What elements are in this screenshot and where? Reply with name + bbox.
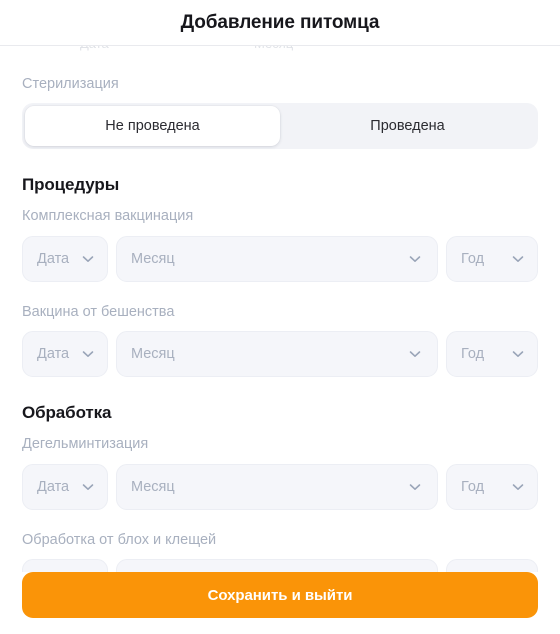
- chevron-down-icon: [407, 346, 423, 362]
- deworming-day-select[interactable]: Дата: [22, 463, 108, 510]
- select-value: Дата: [37, 478, 70, 495]
- chevron-down-icon: [80, 346, 96, 362]
- sterilization-segmented-control[interactable]: Не проведена Проведена: [22, 103, 538, 150]
- clipped-day-text: Дата: [80, 46, 109, 51]
- chevron-down-icon: [80, 251, 96, 267]
- chevron-down-icon: [510, 251, 526, 267]
- deworming-date-row: Дата Месяц Год: [22, 463, 538, 510]
- form-scroll-area[interactable]: Дата Месяц Стерилизация Не проведена Про…: [0, 46, 560, 572]
- flea-tick-treatment-label: Обработка от блох и клещей: [22, 531, 217, 548]
- chevron-down-icon: [510, 479, 526, 495]
- select-value: Месяц: [131, 346, 175, 363]
- add-pet-screen: Добавление питомца Дата Месяц Стерилизац…: [0, 0, 560, 634]
- rabies-vaccine-date-row: Дата Месяц Год: [22, 331, 538, 378]
- procedures-section-title: Процедуры: [22, 175, 120, 195]
- select-value: Год: [461, 346, 485, 363]
- select-value: Месяц: [131, 478, 175, 495]
- select-value: Год: [461, 250, 485, 267]
- treatment-section-title: Обработка: [22, 403, 112, 423]
- screen-header: Добавление питомца: [0, 0, 560, 46]
- screen-footer: Сохранить и выйти: [0, 572, 560, 634]
- deworming-month-select[interactable]: Месяц: [116, 463, 438, 510]
- complex-vaccination-date-row: Дата Месяц Год: [22, 235, 538, 282]
- page-title: Добавление питомца: [180, 11, 380, 33]
- rabies-vaccine-day-select[interactable]: Дата: [22, 331, 108, 378]
- select-value: Дата: [37, 346, 70, 363]
- complex-vaccination-month-select[interactable]: Месяц: [116, 235, 438, 282]
- select-value: Месяц: [131, 250, 175, 267]
- complex-vaccination-day-select[interactable]: Дата: [22, 235, 108, 282]
- chevron-down-icon: [407, 479, 423, 495]
- sterilization-option-done[interactable]: Проведена: [280, 106, 535, 146]
- save-and-exit-button[interactable]: Сохранить и выйти: [22, 572, 538, 618]
- rabies-vaccine-year-select[interactable]: Год: [446, 331, 538, 378]
- deworming-label: Дегельминтизация: [22, 436, 149, 453]
- clipped-previous-row: Дата Месяц: [22, 46, 538, 56]
- rabies-vaccine-label: Вакцина от бешенства: [22, 303, 175, 320]
- select-value: Дата: [37, 250, 70, 267]
- chevron-down-icon: [80, 479, 96, 495]
- flea-tick-day-select[interactable]: Дата: [22, 558, 108, 572]
- deworming-year-select[interactable]: Год: [446, 463, 538, 510]
- flea-tick-year-select[interactable]: Год: [446, 558, 538, 572]
- sterilization-label: Стерилизация: [22, 76, 119, 92]
- flea-tick-treatment-date-row: Дата Месяц Год: [22, 558, 538, 572]
- chevron-down-icon: [510, 346, 526, 362]
- chevron-down-icon: [407, 251, 423, 267]
- select-value: Год: [461, 478, 485, 495]
- complex-vaccination-label: Комплексная вакцинация: [22, 208, 194, 225]
- clipped-month-text: Месяц: [254, 46, 293, 51]
- complex-vaccination-year-select[interactable]: Год: [446, 235, 538, 282]
- rabies-vaccine-month-select[interactable]: Месяц: [116, 331, 438, 378]
- flea-tick-month-select[interactable]: Месяц: [116, 558, 438, 572]
- sterilization-option-not-done[interactable]: Не проведена: [25, 106, 280, 147]
